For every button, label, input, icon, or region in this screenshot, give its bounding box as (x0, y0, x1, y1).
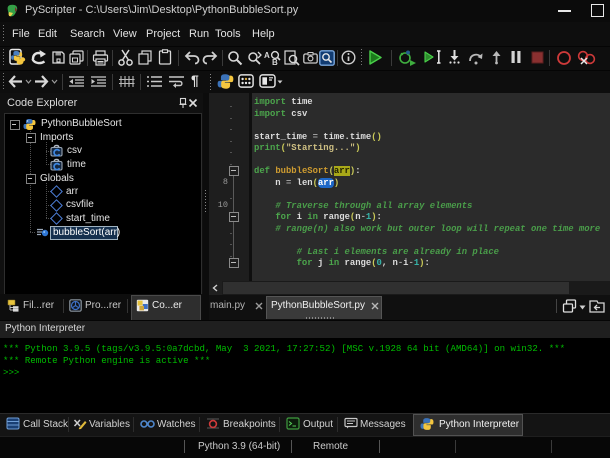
svg-text:B: B (272, 58, 278, 67)
svg-text:A: A (264, 51, 270, 60)
